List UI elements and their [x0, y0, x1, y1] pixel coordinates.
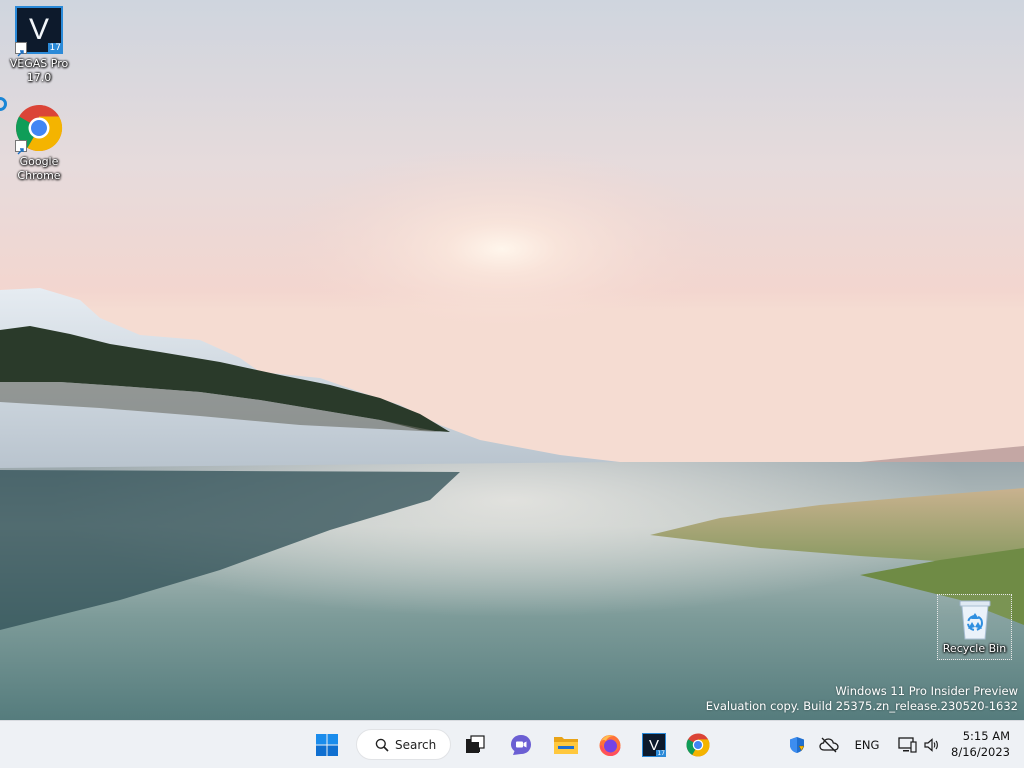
desktop-icon-recycle-bin[interactable]: Recycle Bin: [937, 594, 1012, 660]
vegas-version-badge: 17: [656, 750, 666, 757]
security-tray-button[interactable]: [786, 721, 808, 768]
file-explorer-button[interactable]: [550, 729, 582, 761]
desktop-icon-label: Recycle Bin: [942, 642, 1007, 655]
firefox-button[interactable]: [594, 729, 626, 761]
wallpaper: [0, 0, 1024, 720]
teams-chat-icon: [511, 735, 531, 755]
file-explorer-icon: [554, 737, 578, 754]
clock-date: 8/16/2023: [951, 745, 1010, 759]
desktop-icon-vegas-pro[interactable]: V 17 VEGAS Pro 17.0: [1, 6, 77, 85]
recycle-bin-icon: [955, 599, 995, 641]
onedrive-tray-button[interactable]: [818, 721, 840, 768]
language-indicator[interactable]: ENG: [849, 721, 885, 768]
network-volume-tray-button[interactable]: [893, 721, 943, 768]
firefox-icon: [599, 735, 621, 756]
windows-evaluation-watermark: Windows 11 Pro Insider Preview Evaluatio…: [706, 684, 1018, 714]
taskbar-clock[interactable]: 5:15 AM 8/16/2023: [951, 728, 1010, 760]
onedrive-offline-icon: [819, 737, 839, 753]
task-view-icon: [466, 735, 485, 753]
desktop[interactable]: V 17 VEGAS Pro 17.0 Google Chrome Recycl…: [0, 0, 1024, 720]
volume-icon: [924, 738, 938, 752]
network-icon: [898, 737, 917, 753]
start-icon: [316, 734, 338, 756]
taskbar: Search V 17 ENG 5:15 AM 8/16/2023: [0, 720, 1024, 768]
vegas-letter: V: [28, 13, 49, 46]
start-button[interactable]: [311, 729, 343, 761]
vegas-pro-icon: V 17: [642, 733, 666, 757]
chrome-icon: [686, 733, 710, 757]
desktop-icon-label: VEGAS Pro 17.0: [9, 57, 69, 84]
security-shield-icon: [790, 737, 805, 753]
vegas-pro-taskbar-button[interactable]: V 17: [638, 729, 670, 761]
watermark-line-1: Windows 11 Pro Insider Preview: [835, 684, 1018, 698]
search-label: Search: [395, 737, 437, 752]
chrome-taskbar-button[interactable]: [682, 729, 714, 761]
vegas-version-badge: 17: [47, 43, 63, 54]
shortcut-arrow-icon: [15, 140, 27, 155]
task-view-button[interactable]: [459, 729, 491, 761]
shortcut-arrow-icon: [15, 42, 27, 57]
vegas-pro-icon: V 17: [15, 6, 63, 57]
desktop-icon-label: Google Chrome: [17, 155, 61, 182]
teams-chat-button[interactable]: [505, 729, 537, 761]
chrome-icon: [15, 104, 63, 155]
desktop-icon-google-chrome[interactable]: Google Chrome: [1, 104, 77, 183]
taskbar-search-box[interactable]: Search: [356, 729, 451, 760]
search-icon: [375, 738, 389, 752]
watermark-line-2: Evaluation copy. Build 25375.zn_release.…: [705, 699, 1018, 713]
clock-time: 5:15 AM: [962, 729, 1010, 743]
